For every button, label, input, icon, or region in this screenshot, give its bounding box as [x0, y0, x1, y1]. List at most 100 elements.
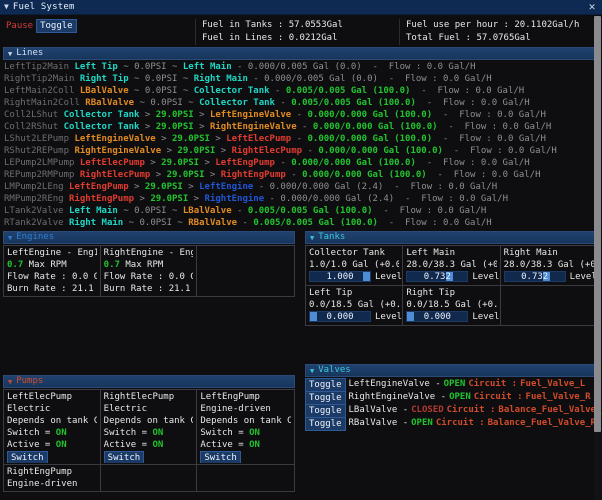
valve-circuit-label: Circuit : [435, 418, 485, 428]
line-dash: - [296, 122, 313, 132]
pump-switch-button[interactable]: Switch [103, 451, 145, 463]
fuel-use-value: 20.1102Gal/h [514, 20, 580, 30]
line-dash: - [442, 146, 471, 156]
line-operator: > [215, 146, 232, 156]
line-row: LTank2Valve Left Main ~ 0.0PSI ~ LBalVal… [4, 205, 598, 217]
tank-level-row: 0.732 Level [503, 271, 597, 284]
section-header-lines[interactable]: ▼ Lines [3, 47, 599, 60]
fuel-in-lines-value: 0.0212Gal [288, 33, 338, 43]
line-source: RightElecPump [79, 170, 151, 180]
line-row: LMPump2LEng LeftEngPump > 29.0PSI > Left… [4, 181, 598, 193]
pump-switch-button[interactable]: Switch [7, 451, 48, 463]
vertical-scrollbar[interactable] [594, 16, 601, 500]
tank-level-slider[interactable]: 0.000 [309, 311, 371, 322]
line-source: LeftEngPump [69, 182, 129, 192]
fuel-use-label: Fuel use per hour : [406, 20, 515, 30]
valve-name: RBalValve - [348, 418, 409, 428]
line-operator: ~ [128, 86, 145, 96]
line-pressure: 0.0PSI [144, 86, 178, 96]
pause-toggle-button[interactable]: Toggle [36, 19, 77, 33]
engines-table: LeftEngine - Eng1 0.7 Max RPM Flow Rate : … [3, 245, 295, 297]
line-row: RTank2Valve Right Main ~ 0.0PSI ~ RBalVa… [4, 217, 598, 229]
line-destination: LeftElecPump [226, 134, 292, 144]
line-dash: - [237, 218, 254, 228]
engine-flow-rate: Flow Rate : 0.0 Gal [7, 272, 97, 282]
line-operator: > [182, 182, 200, 192]
section-header-pumps[interactable]: ▼ Pumps [3, 375, 295, 388]
line-source: Left Tip [74, 62, 118, 72]
pump-name: RightEngPump [7, 467, 73, 477]
line-destination: LeftEngineValve [209, 110, 292, 120]
line-amount: 0.000/0.000 Gal (100.0) [291, 158, 416, 168]
engine-burn-rate: Burn Rate : 21.1 Ga [7, 284, 97, 294]
line-destination: RBalValve [188, 218, 238, 228]
line-dash: - [302, 146, 319, 156]
valve-toggle-button[interactable]: Toggle [305, 390, 346, 405]
tank-level-label: Level [375, 312, 403, 322]
line-id: LMPump2LEng [4, 182, 70, 192]
engine-cell: RightEngine - Eng2 0.7 Max RPM Flow Rate :… [101, 246, 198, 296]
pump-cell: RightEngPump Engine-driven [4, 465, 101, 491]
tanks-table: Collector Tank 1.0/1.0 Gal (+0.0 u 1.000 Le… [305, 245, 599, 326]
line-pressure: 29.0PSI [177, 146, 216, 156]
line-id: RightTip2Main [4, 74, 80, 84]
section-header-valves[interactable]: ▼ Valves [305, 364, 599, 377]
pause-row: Pause Toggle [6, 19, 189, 33]
line-amount: 0.000/0.000 Gal (100.0) [307, 134, 433, 144]
line-row: LEPump2LMPump LeftElecPump > 29.0PSI > L… [4, 157, 598, 169]
valve-state: OPEN [411, 418, 433, 428]
line-operator: ~ [172, 218, 189, 228]
valve-row: Toggle RightEngineValve - OPEN Circuit : … [305, 390, 599, 405]
fuel-usage-cell: Fuel use per hour : 20.1102Gal/h Total F… [400, 19, 585, 45]
tank-cell: Collector Tank 1.0/1.0 Gal (+0.0 u 1.000 Le… [306, 246, 404, 285]
line-id: RMPump2REng [4, 194, 70, 204]
table-row: LeftElecPump Electric Depends on tank Col S… [4, 390, 294, 465]
tank-name: Right Tip [406, 288, 456, 298]
tank-capacity: 1.0/1.0 Gal (+0.0 u [309, 260, 400, 270]
valve-toggle-button[interactable]: Toggle [305, 377, 346, 392]
line-row: Coll2RShut Collector Tank > 29.0PSI > Ri… [4, 121, 598, 133]
engine-rpm: 0.7 Max RPM [103, 260, 164, 270]
tank-level-slider[interactable]: 0.732 [406, 271, 469, 282]
close-icon[interactable]: ✕ [586, 1, 598, 13]
line-pressure: 29.0PSI [155, 110, 194, 120]
line-operator: > [209, 134, 227, 144]
tank-level-value: 0.732 [423, 272, 451, 282]
tank-level-slider[interactable]: 1.000 [309, 271, 371, 282]
section-label-tanks: Tanks [318, 232, 346, 242]
pumps-table: LeftElecPump Electric Depends on tank Col S… [3, 389, 295, 492]
valve-row: Toggle LBalValve - CLOSED Circuit : Balan… [305, 403, 602, 418]
line-flow: Flow : 0.0 Gal/H [421, 194, 508, 204]
tank-level-row: 0.732 Level [406, 271, 499, 284]
line-dash: - [231, 206, 248, 216]
pump-switch-button[interactable]: Switch [200, 451, 241, 463]
tank-capacity: 0.0/18.5 Gal (+0.0 [309, 300, 400, 310]
scrollbar-thumb[interactable] [594, 16, 601, 433]
line-destination: LeftEngPump [215, 158, 275, 168]
window-title: Fuel System [12, 2, 75, 12]
tank-cell: Left Main 28.0/38.3 Gal (+0.0 0.732 Level [403, 246, 501, 285]
pump-depends: Depends on tank Col [7, 416, 97, 426]
valve-toggle-button[interactable]: Toggle [305, 416, 346, 431]
line-operator: > [155, 134, 172, 144]
line-operator: ~ [166, 206, 183, 216]
line-id: Coll2RShut [4, 122, 64, 132]
line-amount: 0.000/0.000 Gal (2.4) [280, 194, 395, 204]
triangle-down-icon[interactable]: ▼ [4, 3, 9, 11]
line-dash: - [274, 158, 292, 168]
tank-level-value: 0.732 [521, 272, 549, 282]
line-dash: - [437, 122, 465, 132]
section-label-pumps: Pumps [16, 376, 44, 386]
valve-toggle-button[interactable]: Toggle [305, 403, 346, 418]
line-operator: ~ [134, 98, 151, 108]
section-header-engines[interactable]: ▼ Engines [3, 231, 295, 244]
tank-level-slider[interactable]: 0.000 [406, 311, 469, 322]
line-source: Right Main [69, 218, 124, 228]
line-source: RightEngineValve [74, 146, 162, 156]
tank-name: Collector Tank [309, 248, 385, 258]
line-operator: > [193, 110, 210, 120]
table-row: RightEngPump Engine-driven [4, 465, 294, 491]
tank-level-slider[interactable]: 0.732 [503, 271, 566, 282]
line-dash: - [377, 218, 406, 228]
section-header-tanks[interactable]: ▼ Tanks [305, 231, 599, 244]
